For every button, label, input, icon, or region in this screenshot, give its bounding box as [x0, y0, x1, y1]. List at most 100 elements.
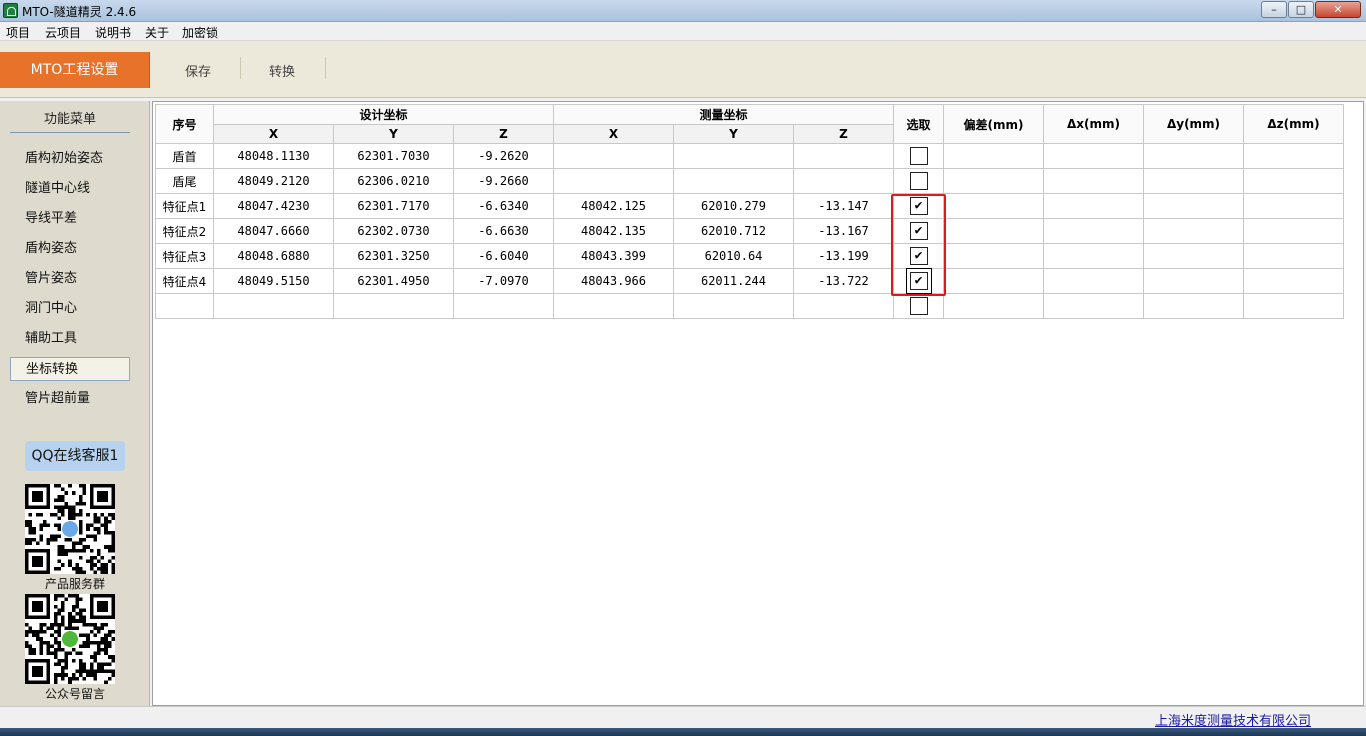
- cell-dx[interactable]: 48049.2120: [213, 168, 334, 194]
- cell-delta-z[interactable]: [1243, 143, 1344, 169]
- cell-my[interactable]: 62010.64: [673, 243, 794, 269]
- cell-delta-y[interactable]: [1143, 293, 1244, 319]
- cell-mz[interactable]: [793, 293, 894, 319]
- cell-dz[interactable]: -9.2620: [453, 143, 554, 169]
- cell-dx[interactable]: 48047.6660: [213, 218, 334, 244]
- project-settings-button[interactable]: MTO工程设置: [0, 52, 150, 88]
- cell-delta-y[interactable]: [1143, 168, 1244, 194]
- qq-support-button[interactable]: QQ在线客服1: [25, 441, 125, 471]
- cell-delta-x[interactable]: [1043, 218, 1144, 244]
- cell-delta-y[interactable]: [1143, 143, 1244, 169]
- select-checkbox[interactable]: ✔: [909, 197, 928, 215]
- cell-my[interactable]: [673, 168, 794, 194]
- sidebar-item-coordinate-transform[interactable]: 坐标转换: [10, 357, 130, 381]
- cell-my[interactable]: 62010.712: [673, 218, 794, 244]
- select-checkbox[interactable]: ✔: [909, 247, 928, 265]
- cell-deviation[interactable]: [943, 243, 1044, 269]
- sidebar-item-shield-attitude[interactable]: 盾构姿态: [10, 237, 130, 261]
- cell-mx[interactable]: [553, 143, 674, 169]
- cell-mx[interactable]: 48042.135: [553, 218, 674, 244]
- sidebar-item-tunnel-centerline[interactable]: 隧道中心线: [10, 177, 130, 201]
- cell-deviation[interactable]: [943, 168, 1044, 194]
- cell-dz[interactable]: -6.6630: [453, 218, 554, 244]
- convert-button[interactable]: 转换: [269, 61, 295, 80]
- cell-mz[interactable]: [793, 143, 894, 169]
- cell-deviation[interactable]: [943, 293, 1044, 319]
- cell-name[interactable]: 特征点4: [155, 268, 214, 294]
- cell-delta-x[interactable]: [1043, 268, 1144, 294]
- cell-dy[interactable]: 62301.3250: [333, 243, 454, 269]
- sidebar-item-segment-advance[interactable]: 管片超前量: [10, 387, 130, 411]
- cell-delta-z[interactable]: [1243, 243, 1344, 269]
- cell-delta-z[interactable]: [1243, 268, 1344, 294]
- cell-name[interactable]: [155, 293, 214, 319]
- cell-delta-z[interactable]: [1243, 218, 1344, 244]
- menu-cloud-project[interactable]: 云项目: [45, 24, 81, 41]
- select-checkbox[interactable]: [909, 172, 928, 190]
- cell-name[interactable]: 盾尾: [155, 168, 214, 194]
- cell-delta-y[interactable]: [1143, 268, 1244, 294]
- sidebar-item-traverse-adjustment[interactable]: 导线平差: [10, 207, 130, 231]
- cell-deviation[interactable]: [943, 193, 1044, 219]
- menu-manual[interactable]: 说明书: [95, 24, 131, 41]
- cell-delta-x[interactable]: [1043, 168, 1144, 194]
- maximize-button[interactable]: □: [1288, 1, 1314, 18]
- cell-delta-z[interactable]: [1243, 168, 1344, 194]
- cell-dz[interactable]: -6.6340: [453, 193, 554, 219]
- select-checkbox[interactable]: ✔: [909, 222, 928, 240]
- cell-dz[interactable]: [453, 293, 554, 319]
- cell-name[interactable]: 盾首: [155, 143, 214, 169]
- sidebar-item-aux-tools[interactable]: 辅助工具: [10, 327, 130, 351]
- cell-deviation[interactable]: [943, 268, 1044, 294]
- cell-dx[interactable]: 48049.5150: [213, 268, 334, 294]
- cell-mz[interactable]: [793, 168, 894, 194]
- cell-delta-z[interactable]: [1243, 193, 1344, 219]
- cell-delta-y[interactable]: [1143, 243, 1244, 269]
- cell-mx[interactable]: 48043.966: [553, 268, 674, 294]
- cell-mx[interactable]: [553, 168, 674, 194]
- cell-dy[interactable]: 62306.0210: [333, 168, 454, 194]
- cell-dy[interactable]: 62301.4950: [333, 268, 454, 294]
- cell-delta-y[interactable]: [1143, 218, 1244, 244]
- cell-dz[interactable]: -7.0970: [453, 268, 554, 294]
- sidebar-item-segment-attitude[interactable]: 管片姿态: [10, 267, 130, 291]
- menu-about[interactable]: 关于: [145, 24, 169, 41]
- select-checkbox[interactable]: [909, 297, 928, 315]
- cell-mz[interactable]: -13.199: [793, 243, 894, 269]
- sidebar-item-shield-initial-attitude[interactable]: 盾构初始姿态: [10, 147, 130, 171]
- cell-dy[interactable]: [333, 293, 454, 319]
- cell-delta-z[interactable]: [1243, 293, 1344, 319]
- company-link[interactable]: 上海米度测量技术有限公司: [1155, 710, 1311, 729]
- minimize-button[interactable]: –: [1261, 1, 1287, 18]
- cell-delta-x[interactable]: [1043, 243, 1144, 269]
- cell-dx[interactable]: 48047.4230: [213, 193, 334, 219]
- cell-dy[interactable]: 62302.0730: [333, 218, 454, 244]
- cell-mx[interactable]: 48043.399: [553, 243, 674, 269]
- cell-dx[interactable]: [213, 293, 334, 319]
- cell-delta-y[interactable]: [1143, 193, 1244, 219]
- cell-mx[interactable]: [553, 293, 674, 319]
- menu-dongle[interactable]: 加密锁: [182, 24, 218, 41]
- cell-mz[interactable]: -13.722: [793, 268, 894, 294]
- select-checkbox[interactable]: [909, 147, 928, 165]
- cell-dz[interactable]: -9.2660: [453, 168, 554, 194]
- cell-delta-x[interactable]: [1043, 193, 1144, 219]
- cell-deviation[interactable]: [943, 218, 1044, 244]
- cell-dy[interactable]: 62301.7030: [333, 143, 454, 169]
- cell-dx[interactable]: 48048.6880: [213, 243, 334, 269]
- cell-deviation[interactable]: [943, 143, 1044, 169]
- cell-name[interactable]: 特征点2: [155, 218, 214, 244]
- cell-name[interactable]: 特征点3: [155, 243, 214, 269]
- cell-name[interactable]: 特征点1: [155, 193, 214, 219]
- select-checkbox[interactable]: ✔: [905, 268, 932, 294]
- cell-my[interactable]: [673, 293, 794, 319]
- cell-mz[interactable]: -13.147: [793, 193, 894, 219]
- cell-my[interactable]: [673, 143, 794, 169]
- menu-project[interactable]: 项目: [6, 24, 30, 41]
- sidebar-item-portal-center[interactable]: 洞门中心: [10, 297, 130, 321]
- close-button[interactable]: ✕: [1315, 1, 1361, 18]
- save-button[interactable]: 保存: [185, 61, 211, 80]
- cell-my[interactable]: 62011.244: [673, 268, 794, 294]
- cell-mz[interactable]: -13.167: [793, 218, 894, 244]
- cell-my[interactable]: 62010.279: [673, 193, 794, 219]
